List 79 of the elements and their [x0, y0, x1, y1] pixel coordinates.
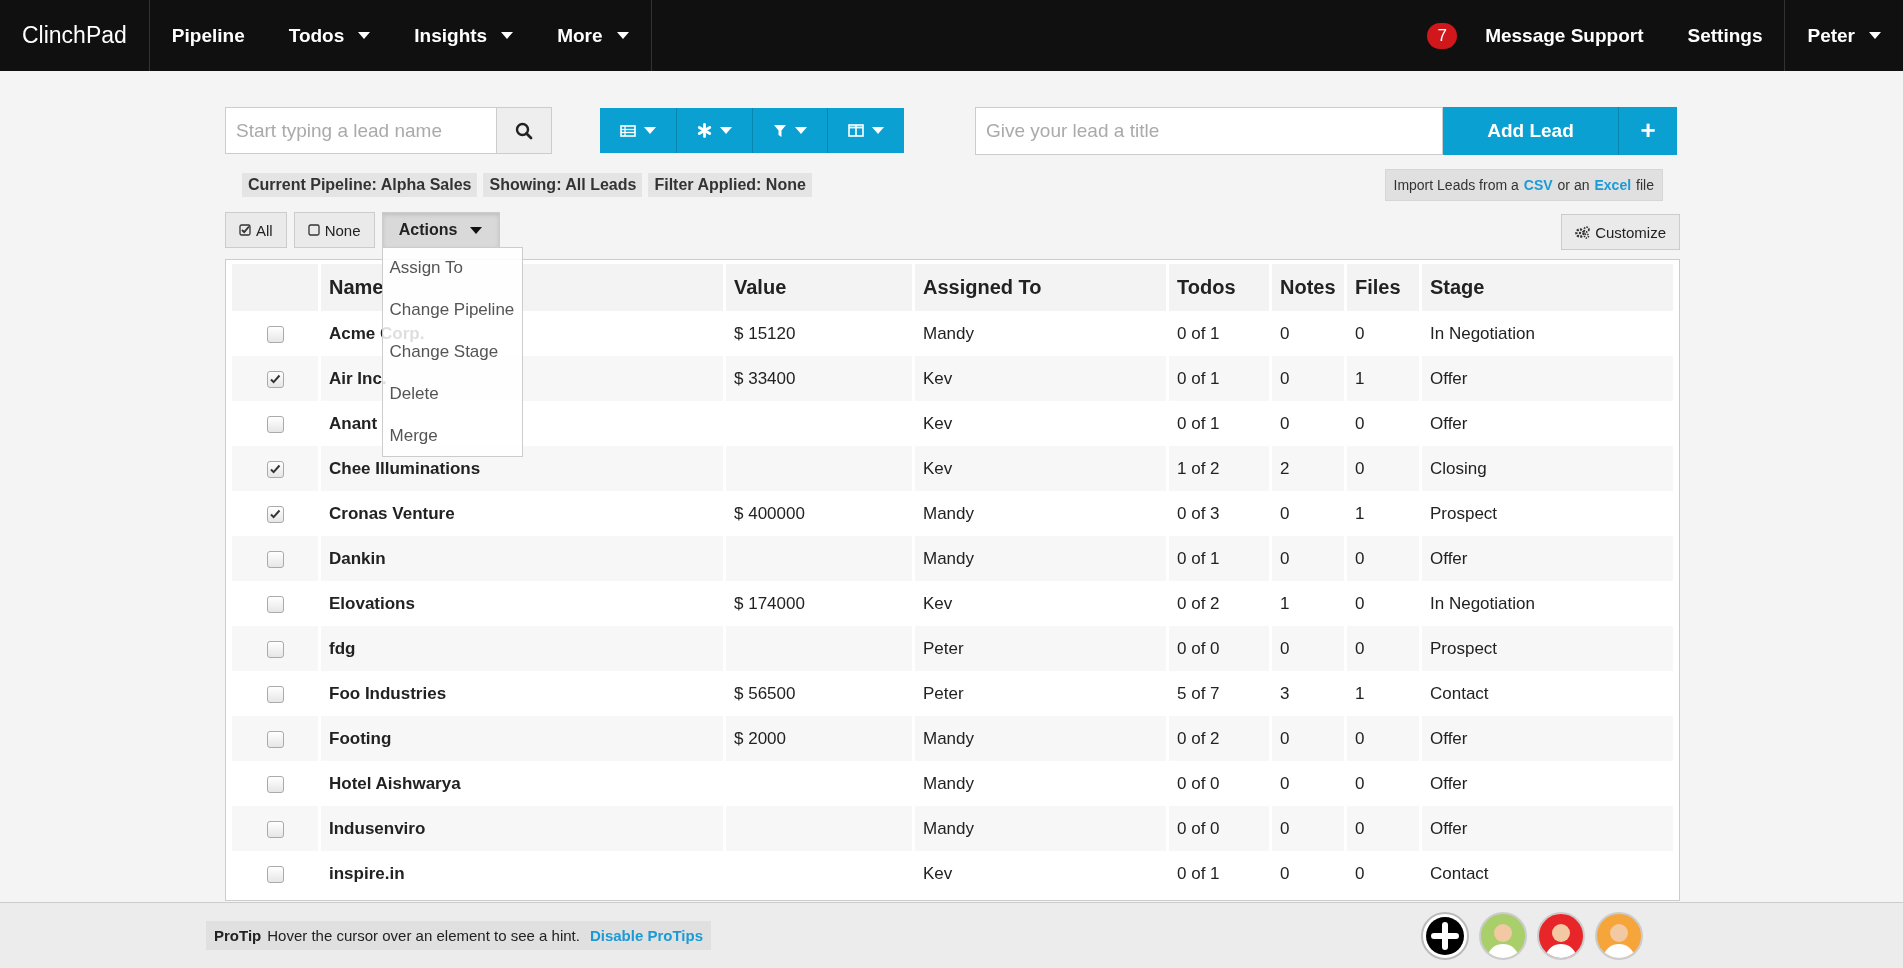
table-cell: 0 of 1 [1177, 368, 1220, 388]
table-cell: 1 [1355, 503, 1365, 523]
table-cell: Mandy [923, 818, 975, 838]
table-cell: 5 of 7 [1177, 683, 1220, 703]
table-cell: 0 [1280, 773, 1290, 793]
table-cell: 0 [1355, 593, 1365, 613]
table-cell: Contact [1430, 683, 1489, 703]
table-cell: 2 [1280, 458, 1290, 478]
table-cell: $ 56500 [734, 683, 796, 703]
status-tag: Current Pipeline: Alpha Sales [242, 173, 478, 197]
table-cell: 0 [1355, 548, 1365, 568]
table-cell: $ 15120 [734, 323, 796, 343]
table-cell: 0 [1280, 638, 1290, 658]
table-cell: 0 [1355, 638, 1365, 658]
table-cell: 0 [1280, 503, 1290, 523]
table-cell: 0 [1355, 818, 1365, 838]
table-cell: Kev [923, 593, 953, 613]
table-cell: Prospect [1430, 503, 1498, 523]
table-cell: 0 [1355, 413, 1365, 433]
table-cell: Prospect [1430, 638, 1498, 658]
table-cell: 0 of 2 [1177, 728, 1220, 748]
table-cell: 0 [1280, 818, 1290, 838]
table-cell: 0 [1280, 548, 1290, 568]
import-text: file [1636, 177, 1654, 193]
table-cell: Offer [1430, 773, 1468, 793]
table-cell: 0 [1280, 323, 1290, 343]
table-cell: 1 [1280, 593, 1290, 613]
table-cell: 0 [1355, 323, 1365, 343]
table-cell: 0 [1355, 863, 1365, 883]
table-cell: 0 of 1 [1177, 548, 1220, 568]
table-cell: 0 of 1 [1177, 863, 1220, 883]
table-cell: 0 of 0 [1177, 773, 1220, 793]
table-cell: Kev [923, 413, 953, 433]
table-cell: 1 [1355, 368, 1365, 388]
import-text: Import Leads from a [1393, 177, 1519, 193]
table-cell: Offer [1430, 413, 1468, 433]
table-cell: Contact [1430, 863, 1489, 883]
table-cell: Offer [1430, 548, 1468, 568]
table-cell: Kev [923, 863, 953, 883]
table-cell: 0 of 3 [1177, 503, 1220, 523]
protip-label: ProTip [214, 927, 262, 944]
table-cell: 0 [1280, 863, 1290, 883]
table-cell: Offer [1430, 368, 1468, 388]
table-cell: In Negotiation [1430, 323, 1535, 343]
table-cell: Mandy [923, 728, 975, 748]
status-tag: Showing: All Leads [483, 173, 643, 197]
table-cell: 0 [1355, 728, 1365, 748]
table-cell: Kev [923, 458, 953, 478]
table-cell: $ 400000 [734, 503, 805, 523]
table-cell: Offer [1430, 818, 1468, 838]
table-cell: 0 of 0 [1177, 818, 1220, 838]
table-cell: Offer [1430, 728, 1468, 748]
table-cell: Mandy [923, 503, 975, 523]
table-cell: 0 [1355, 773, 1365, 793]
table-cell: 0 [1280, 413, 1290, 433]
import-text: or an [1557, 177, 1590, 193]
table-cell: Kev [923, 368, 953, 388]
table-cell: 1 [1355, 683, 1365, 703]
table-cell: $ 174000 [734, 593, 805, 613]
status-tag: Filter Applied: None [648, 173, 812, 197]
table-cell: Mandy [923, 323, 975, 343]
protip-text: Hover the cursor over an element to see a hint. [267, 927, 580, 944]
table-cell: 3 [1280, 683, 1290, 703]
table-cell: 0 of 0 [1177, 638, 1220, 658]
table-cell: Peter [923, 638, 964, 658]
table-cell: 0 [1280, 368, 1290, 388]
table-cell: 0 of 2 [1177, 593, 1220, 613]
table-cell: $ 33400 [734, 368, 796, 388]
table-cell: Mandy [923, 548, 975, 568]
table-cell: Mandy [923, 773, 975, 793]
table-cell: $ 2000 [734, 728, 786, 748]
table-cell: 0 [1355, 458, 1365, 478]
table-cell: 0 of 1 [1177, 323, 1220, 343]
table-cell: In Negotiation [1430, 593, 1535, 613]
table-cell: 0 of 1 [1177, 413, 1220, 433]
table-cell: Peter [923, 683, 964, 703]
table-cell: Closing [1430, 458, 1487, 478]
table-cell: 1 of 2 [1177, 458, 1220, 478]
table-cell: 0 [1280, 728, 1290, 748]
